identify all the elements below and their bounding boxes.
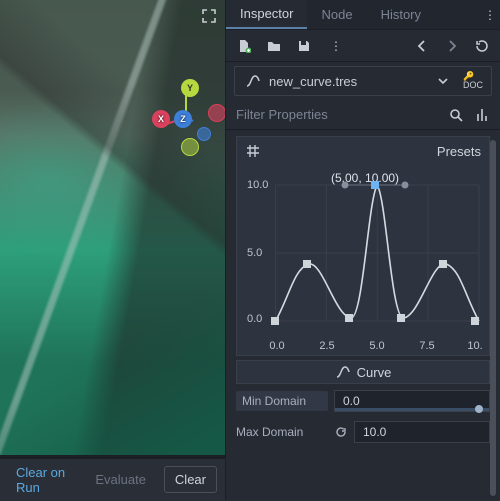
x-tick: 2.5 — [319, 340, 334, 352]
min-domain-label: Min Domain — [236, 391, 328, 411]
output-bottom-bar: Clear on Run Evaluate Clear — [0, 458, 225, 500]
max-domain-field[interactable]: 10.0 — [354, 421, 490, 443]
max-domain-label: Max Domain — [236, 425, 328, 439]
min-domain-value: 0.0 — [343, 394, 360, 408]
reset-icon[interactable] — [334, 426, 348, 438]
scrollbar[interactable] — [490, 140, 496, 496]
gizmo-axis-y[interactable]: Y — [181, 79, 199, 97]
tab-inspector[interactable]: Inspector — [226, 0, 307, 29]
x-tick: 7.5 — [419, 340, 434, 352]
x-tick: 5.0 — [369, 340, 384, 352]
curve-point[interactable] — [471, 317, 479, 325]
dock-menu-icon[interactable]: ⋮ — [480, 8, 500, 22]
max-domain-value: 10.0 — [363, 425, 386, 439]
curve-section-label: Curve — [357, 365, 392, 380]
curve-handle[interactable] — [402, 182, 409, 189]
x-tick: 0.0 — [269, 340, 284, 352]
curve-handle[interactable] — [342, 182, 349, 189]
gizmo-axis-y-neg[interactable] — [181, 138, 199, 156]
y-tick: 5.0 — [247, 247, 262, 259]
save-resource-icon[interactable] — [296, 38, 312, 54]
curve-icon — [335, 364, 351, 380]
curve-point[interactable] — [397, 314, 405, 322]
tools-icon[interactable] — [474, 107, 490, 123]
load-resource-icon[interactable] — [266, 38, 282, 54]
min-domain-field[interactable]: 0.0 — [334, 390, 490, 412]
chevron-down-icon[interactable] — [435, 73, 451, 89]
curve-point[interactable] — [345, 314, 353, 322]
resource-extra-menu-icon[interactable]: ⋮ — [326, 39, 346, 53]
y-tick: 0.0 — [247, 313, 262, 325]
evaluate-button[interactable]: Evaluate — [87, 466, 154, 493]
x-tick: 10. — [467, 340, 482, 352]
gizmo-axis-x-neg[interactable] — [208, 104, 225, 122]
curve-point-selected[interactable] — [371, 181, 379, 189]
curve-point[interactable] — [439, 260, 447, 268]
doc-icon[interactable]: 🔑DOC — [465, 73, 481, 89]
gizmo-axis-z-neg[interactable] — [197, 127, 211, 141]
curve-point[interactable] — [271, 317, 279, 325]
search-icon[interactable] — [448, 107, 464, 123]
history-menu-icon[interactable] — [474, 38, 490, 54]
clear-on-run-button[interactable]: Clear on Run — [8, 459, 77, 501]
y-tick: 10.0 — [247, 179, 268, 191]
snap-icon[interactable] — [245, 143, 261, 159]
fullscreen-icon[interactable] — [201, 8, 217, 24]
inspector-panel: Inspector Node History ⋮ ⋮ new_curve.tre… — [225, 0, 500, 500]
resource-selector[interactable]: new_curve.tres 🔑DOC — [234, 66, 492, 96]
curve-section-header[interactable]: Curve — [236, 360, 490, 384]
tab-history[interactable]: History — [367, 0, 435, 29]
history-back-icon[interactable] — [414, 38, 430, 54]
3d-viewport[interactable]: Y X Z — [0, 0, 225, 458]
new-resource-icon[interactable] — [236, 38, 252, 54]
clear-button[interactable]: Clear — [164, 466, 217, 493]
presets-label[interactable]: Presets — [437, 144, 481, 159]
curve-resource-icon — [245, 73, 261, 89]
filter-input[interactable] — [236, 107, 438, 122]
tab-node[interactable]: Node — [307, 0, 366, 29]
history-forward-icon[interactable] — [444, 38, 460, 54]
gizmo-axis-x[interactable]: X — [152, 110, 170, 128]
gizmo-axis-z[interactable]: Z — [174, 110, 192, 128]
curve-editor[interactable]: (5.00, 10.00) 10.0 5.0 0.0 0.0 2.5 5.0 7… — [241, 165, 485, 355]
resource-name: new_curve.tres — [269, 74, 427, 89]
viewport-axis-gizmo[interactable]: Y X Z — [152, 82, 222, 152]
curve-point[interactable] — [303, 260, 311, 268]
